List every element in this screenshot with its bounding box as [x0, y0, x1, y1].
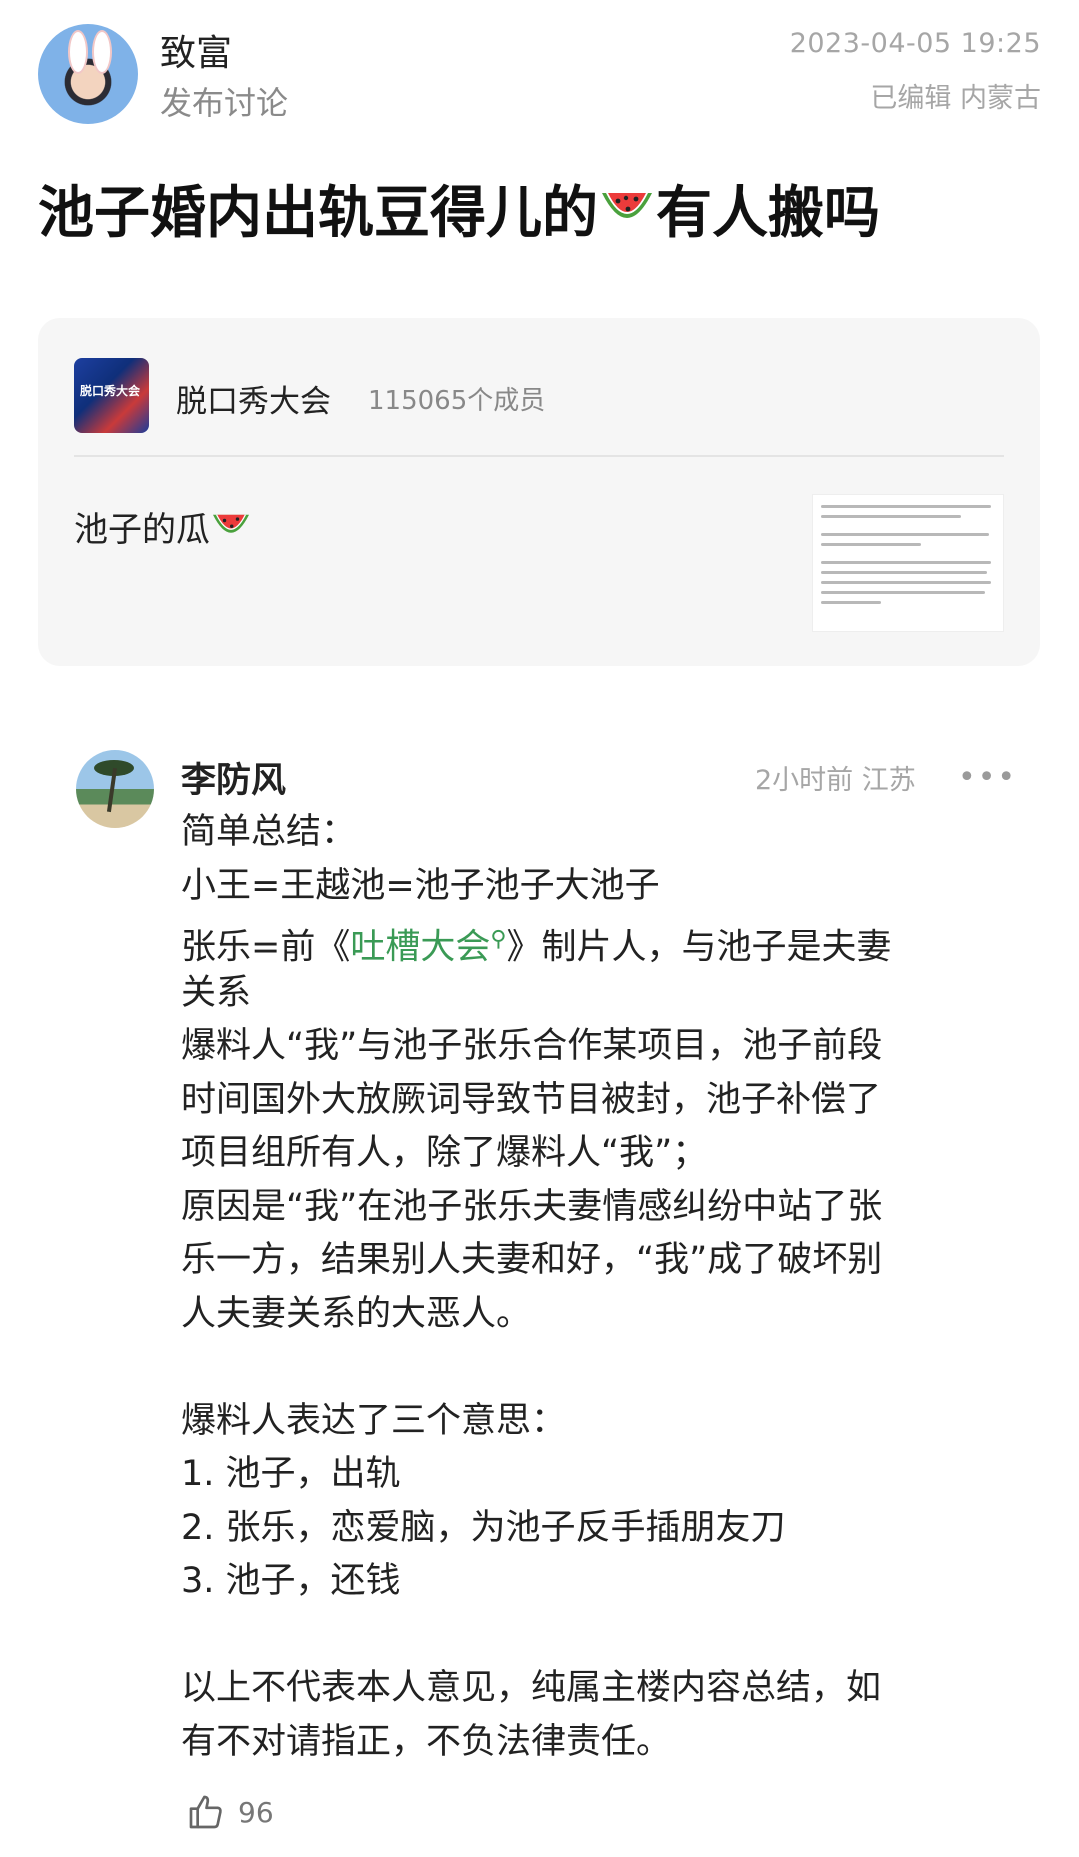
search-icon[interactable]: ⚲ [490, 927, 506, 952]
author-avatar[interactable] [38, 24, 138, 124]
comment-line: 以上不代表本人意见，纯属主楼内容总结，如 [181, 1668, 882, 1708]
commenter-avatar[interactable] [76, 750, 154, 828]
watermelon-icon [598, 184, 656, 249]
comment-line: 张乐=前《吐槽大会⚲》制片人，与池子是夫妻 [181, 913, 1001, 968]
comment-blank-line [181, 1609, 1001, 1663]
commenter-name[interactable]: 李防风 [181, 752, 286, 803]
comment-body: 简单总结： 小王=王越池=池子池子大池子 张乐=前《吐槽大会⚲》制片人，与池子是… [181, 806, 1001, 1769]
comment-line: 有不对请指正，不负法律责任。 [181, 1721, 672, 1762]
like-count: 96 [238, 1796, 274, 1829]
thumb-text-line [821, 591, 985, 594]
thumb-text-line [821, 571, 987, 574]
comment-line: 简单总结： [181, 812, 357, 852]
comment-line: 3. 池子，还钱 [181, 1561, 401, 1601]
comment-line: 项目组所有人，除了爆料人“我”； [181, 1133, 708, 1173]
post-datetime: 2023-04-05 19:25 [789, 28, 1041, 59]
thumb-text-line [821, 561, 991, 564]
group-post-text[interactable]: 池子的瓜 [74, 502, 252, 554]
comment-line: 小王=王越池=池子池子大池子 [181, 865, 660, 906]
thumbs-up-icon[interactable] [186, 1792, 226, 1832]
comment-line: 1. 池子，出轨 [181, 1454, 401, 1494]
comment-line-text: 》制片人，与池子是夫妻 [506, 927, 892, 968]
group-icon[interactable]: 脱口秀大会 [74, 358, 149, 433]
thumb-text-line [821, 543, 921, 546]
post-title-part2: 有人搬吗 [656, 181, 880, 246]
comment-line: 爆料人表达了三个意思： [181, 1400, 567, 1441]
bunny-ear-left [68, 30, 88, 74]
comment-line: 爆料人“我”与池子张乐合作某项目，池子前段 [181, 1026, 883, 1066]
comment-line-text: 张乐=前《 [181, 927, 351, 968]
watermelon-icon [210, 509, 252, 554]
group-icon-text: 脱口秀大会 [80, 384, 141, 398]
group-card[interactable]: 脱口秀大会 脱口秀大会 115065个成员 池子的瓜 [38, 318, 1040, 666]
thumb-text-line [821, 505, 991, 508]
author-action: 发布讨论 [160, 84, 289, 122]
comment-line: 乐一方，结果别人夫妻和好，“我”成了破坏别 [181, 1240, 883, 1280]
thumb-text-line [821, 601, 881, 604]
comment-line: 2. 张乐，恋爱脑，为池子反手插朋友刀 [181, 1507, 786, 1548]
post-edited-location: 已编辑 内蒙古 [870, 83, 1041, 114]
comment-line: 关系 [181, 972, 252, 1013]
comment-time-location: 2小时前 江苏 [755, 765, 916, 796]
comment-line: 人夫妻关系的大恶人。 [181, 1293, 532, 1334]
group-member-count: 115065个成员 [368, 386, 546, 416]
comment-line: 时间国外大放厥词导致节目被封，池子补偿了 [181, 1079, 882, 1120]
post-title-part1: 池子婚内出轨豆得儿的 [38, 181, 598, 246]
thumb-text-line [821, 533, 989, 536]
thumb-text-line [821, 515, 961, 518]
topic-link[interactable]: 吐槽大会 [350, 928, 490, 968]
thumb-text-line [821, 581, 991, 584]
group-name[interactable]: 脱口秀大会 [176, 376, 331, 421]
comment-line: 原因是“我”在池子张乐夫妻情感纠纷中站了张 [181, 1186, 883, 1227]
screenshot-thumbnail[interactable] [812, 494, 1004, 632]
comment-blank-line [181, 1341, 1001, 1395]
group-post-text-label: 池子的瓜 [74, 510, 210, 550]
post-title: 池子婚内出轨豆得儿的 有人搬吗 [38, 168, 880, 249]
bunny-ear-right [92, 30, 112, 74]
more-icon[interactable]: ••• [958, 760, 1017, 795]
card-divider [74, 455, 1004, 457]
author-name[interactable]: 致富 [160, 24, 232, 76]
